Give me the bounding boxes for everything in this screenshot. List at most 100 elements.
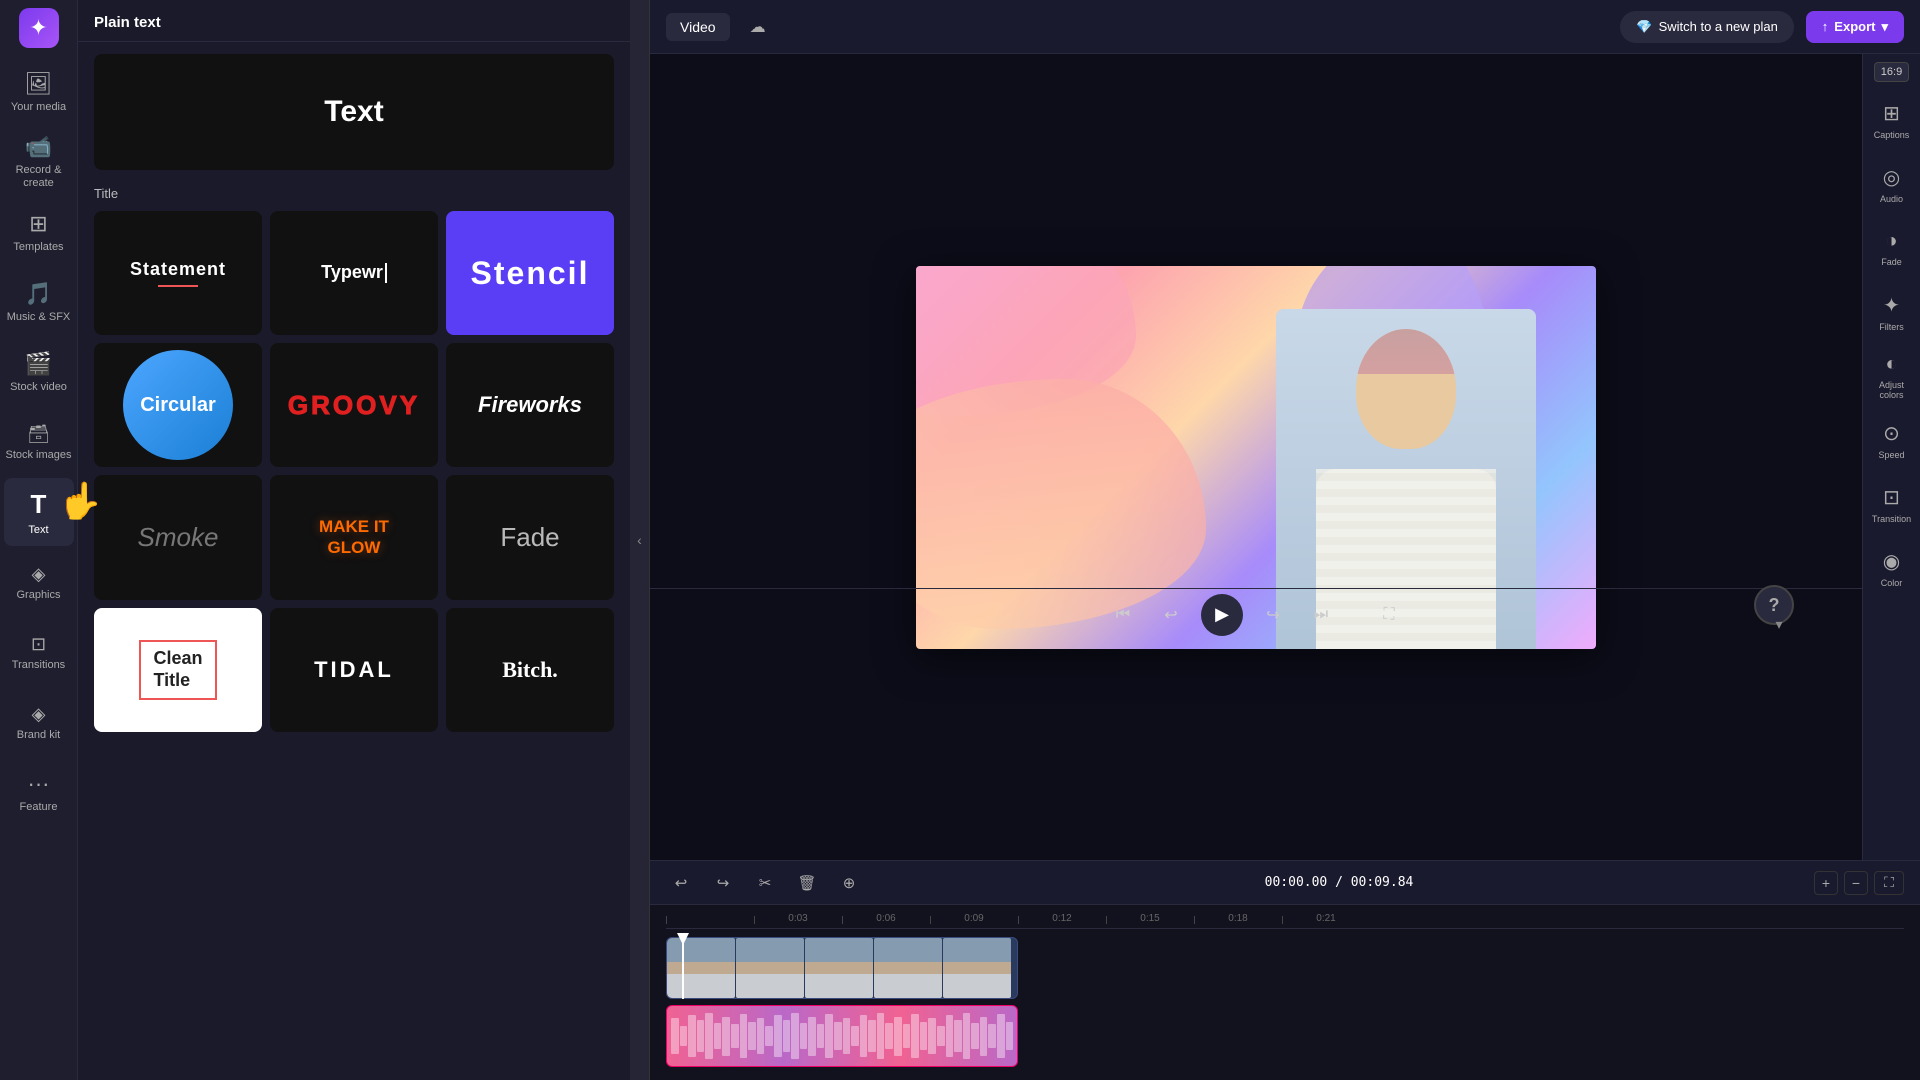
right-panel-fade[interactable]: ◑ Fade xyxy=(1867,218,1917,278)
speed-label: Speed xyxy=(1878,450,1904,460)
right-panel-filters[interactable]: ✦ Filters xyxy=(1867,282,1917,342)
circular-bg: Circular xyxy=(123,350,233,460)
graphics-icon: ◈ xyxy=(32,564,46,585)
ruler-21: 0:21 xyxy=(1282,913,1370,924)
ruler-15: 0:15 xyxy=(1106,913,1194,924)
audio-waveform xyxy=(667,1006,1017,1066)
timeline-inner: 0:03 0:06 0:09 0:12 0:15 0:18 0:21 xyxy=(650,905,1920,1080)
duplicate-button[interactable]: ⊕ xyxy=(834,868,864,898)
sidebar-item-stock-images[interactable]: 🗃 Stock images xyxy=(4,408,74,476)
cloud-icon[interactable]: ☁ xyxy=(742,11,774,43)
right-panel-transition[interactable]: ⊡ Transition xyxy=(1867,474,1917,534)
text-card-statement[interactable]: Statement xyxy=(94,211,262,335)
sidebar-item-music-sfx[interactable]: 🎵 Music & SFX xyxy=(4,268,74,336)
text-card-typewriter[interactable]: Typewr xyxy=(270,211,438,335)
tidal-label: TIDAL xyxy=(314,657,394,683)
playhead[interactable] xyxy=(682,937,684,999)
timeline-area: ↩ ↪ ✂ 🗑 ⊕ 00:00.00 / 00:09.84 + − ⛶ 0:03… xyxy=(650,860,1920,1080)
text-card-fireworks[interactable]: Fireworks xyxy=(446,343,614,467)
cut-button[interactable]: ✂ xyxy=(750,868,780,898)
captions-label: Captions xyxy=(1874,130,1910,140)
text-card-clean-title[interactable]: CleanTitle xyxy=(94,608,262,732)
statement-label: Statement xyxy=(130,259,226,279)
topbar: Video ☁ 💎 Switch to a new plan ↑ Export … xyxy=(650,0,1920,54)
right-panel-color[interactable]: ◉ Color xyxy=(1867,538,1917,598)
panel-collapse-button[interactable]: ‹ xyxy=(630,0,650,1080)
preview-wrapper: ⏮ ↩ ▶ ↪ ⏭ ⛶ ? ▾ 16:9 ⊞ Captions ◎ Audio xyxy=(650,54,1920,860)
timeline-toolbar: ↩ ↪ ✂ 🗑 ⊕ 00:00.00 / 00:09.84 + − ⛶ xyxy=(650,861,1920,905)
text-card-circular[interactable]: Circular xyxy=(94,343,262,467)
frame-5 xyxy=(943,938,1011,998)
text-card-glitch[interactable]: Bitch. xyxy=(446,608,614,732)
fullscreen-button[interactable]: ⛶ xyxy=(1371,597,1407,633)
sidebar-item-label: Feature xyxy=(20,801,58,813)
text-card-tidal[interactable]: TIDAL xyxy=(270,608,438,732)
sidebar-item-label: Stock images xyxy=(5,449,71,461)
text-card-smoke[interactable]: Smoke xyxy=(94,475,262,599)
audio-clip[interactable] xyxy=(666,1005,1018,1067)
text-card-fade[interactable]: Fade xyxy=(446,475,614,599)
tab-video[interactable]: Video xyxy=(666,13,730,41)
sidebar-item-feature[interactable]: ··· Feature xyxy=(4,758,74,826)
sidebar-item-transitions[interactable]: ⊡ Transitions xyxy=(4,618,74,686)
upgrade-label: Switch to a new plan xyxy=(1659,19,1778,34)
sidebar-item-brand-kit[interactable]: ◈ Brand kit xyxy=(4,688,74,756)
export-label: Export xyxy=(1834,19,1875,34)
text-card-stencil[interactable]: Stencil xyxy=(446,211,614,335)
fade-icon: ◑ xyxy=(1885,230,1897,253)
video-clip[interactable] xyxy=(666,937,1018,999)
fit-button[interactable]: ⛶ xyxy=(1874,871,1904,895)
frame-1 xyxy=(667,938,735,998)
text-panel: Plain text Text Title Statement Typewr xyxy=(78,0,630,1080)
zoom-out-button[interactable]: − xyxy=(1844,871,1868,895)
text-card-make-it-glow[interactable]: MAKE ITGLOW xyxy=(270,475,438,599)
undo-button[interactable]: ↩ xyxy=(666,868,696,898)
audio-track xyxy=(666,1005,1904,1067)
circular-label: Circular xyxy=(140,393,216,417)
glow-label: MAKE ITGLOW xyxy=(319,517,389,558)
brand-kit-icon: ◈ xyxy=(32,704,46,725)
right-panel-adjust-colors[interactable]: ◐ Adjust colors xyxy=(1867,346,1917,406)
timeline-ruler: 0:03 0:06 0:09 0:12 0:15 0:18 0:21 xyxy=(666,905,1904,929)
text-card-groovy[interactable]: GROOVY xyxy=(270,343,438,467)
rewind-button[interactable]: ↩ xyxy=(1153,597,1189,633)
filters-icon: ✦ xyxy=(1883,293,1900,318)
zoom-in-button[interactable]: + xyxy=(1814,871,1838,895)
text-icon: T xyxy=(31,489,47,520)
text-card-plain[interactable]: Text xyxy=(94,54,614,170)
sidebar-item-label: Stock video xyxy=(10,381,67,393)
sidebar-item-templates[interactable]: ⊞ Templates xyxy=(4,198,74,266)
sidebar-item-text[interactable]: T Text xyxy=(4,478,74,546)
sidebar-item-your-media[interactable]: 🖼 Your media xyxy=(4,58,74,126)
skip-back-button[interactable]: ⏮ xyxy=(1105,597,1141,633)
panel-content: Text Title Statement Typewr xyxy=(78,42,630,1080)
sidebar-item-label: Transitions xyxy=(12,659,65,671)
sidebar-item-graphics[interactable]: ◈ Graphics xyxy=(4,548,74,616)
export-button[interactable]: ↑ Export ▾ xyxy=(1806,11,1904,43)
main-area: Video ☁ 💎 Switch to a new plan ↑ Export … xyxy=(650,0,1920,1080)
stock-video-icon: 🎬 xyxy=(25,351,52,377)
templates-icon: ⊞ xyxy=(29,211,47,237)
sidebar-item-stock-video[interactable]: 🎬 Stock video xyxy=(4,338,74,406)
feature-icon: ··· xyxy=(28,771,50,797)
delete-button[interactable]: 🗑 xyxy=(792,868,822,898)
record-create-icon: 📹 xyxy=(25,134,52,160)
skip-forward-button[interactable]: ⏭ xyxy=(1303,597,1339,633)
sidebar-item-label: Text xyxy=(28,524,48,536)
right-panel-captions[interactable]: ⊞ Captions xyxy=(1867,90,1917,150)
chevron-down-button[interactable]: ▾ xyxy=(1764,614,1794,634)
redo-button[interactable]: ↪ xyxy=(708,868,738,898)
right-panel-audio[interactable]: ◎ Audio xyxy=(1867,154,1917,214)
upgrade-button[interactable]: 💎 Switch to a new plan xyxy=(1620,11,1793,43)
aspect-ratio-badge[interactable]: 16:9 xyxy=(1874,62,1909,82)
timeline-scroll[interactable]: 0:03 0:06 0:09 0:12 0:15 0:18 0:21 xyxy=(650,905,1920,1080)
ruler-12: 0:12 xyxy=(1018,913,1106,924)
color-label: Color xyxy=(1881,578,1903,588)
filters-label: Filters xyxy=(1879,322,1904,332)
stock-images-icon: 🗃 xyxy=(27,424,50,445)
right-panel-speed[interactable]: ⊙ Speed xyxy=(1867,410,1917,470)
forward-button[interactable]: ↪ xyxy=(1255,597,1291,633)
play-pause-button[interactable]: ▶ xyxy=(1201,594,1243,636)
sidebar-item-record-create[interactable]: 📹 Record &create xyxy=(4,128,74,196)
sidebar-item-label: Record &create xyxy=(16,164,62,190)
